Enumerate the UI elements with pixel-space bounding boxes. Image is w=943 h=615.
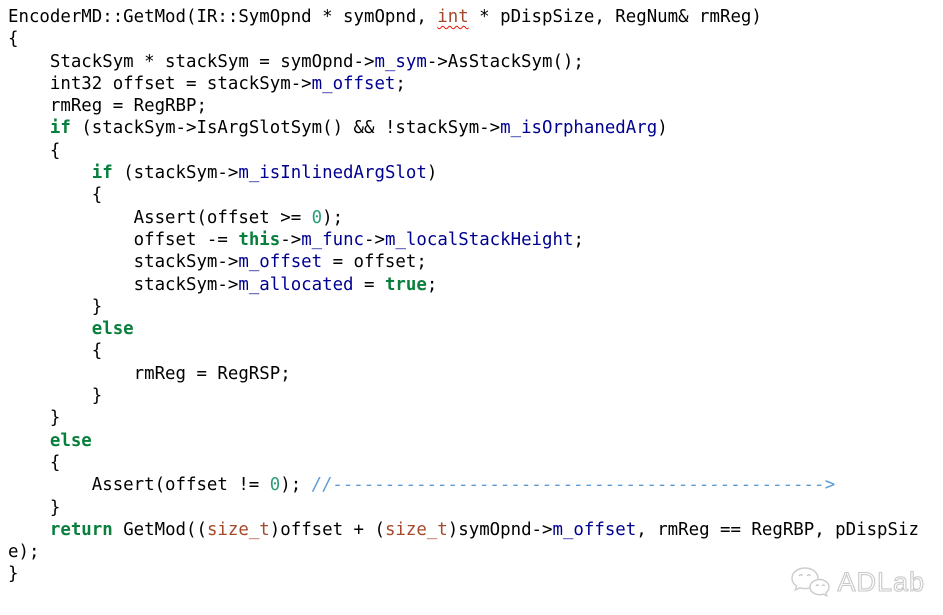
watermark-label: ADLab xyxy=(837,567,925,598)
code-token-default: , rmReg == RegRBP, pDispSiz xyxy=(636,520,919,540)
code-token-comment: //--------------------------------------… xyxy=(312,475,836,495)
code-token-default: )symOpnd-> xyxy=(448,520,553,540)
code-token-keyword: else xyxy=(50,431,92,451)
code-token-default: } xyxy=(8,408,60,428)
code-token-default: { xyxy=(8,453,60,473)
code-token-default: = offset; xyxy=(322,252,427,272)
code-token-default: -> xyxy=(364,230,385,250)
code-token-default: * pDispSize, RegNum& rmReg) xyxy=(469,7,762,27)
code-token-member: m_offset xyxy=(238,252,322,272)
code-token-member: m_offset xyxy=(312,74,396,94)
code-line: if (stackSym->IsArgSlotSym() && !stackSy… xyxy=(8,117,919,139)
code-token-default: } xyxy=(8,386,102,406)
code-line: { xyxy=(8,140,919,162)
code-token-default: rmReg = RegRBP; xyxy=(8,96,207,116)
code-token-default: ; xyxy=(427,275,437,295)
code-token-default: (stackSym-> xyxy=(113,163,239,183)
code-token-default: e); xyxy=(8,542,39,562)
code-token-default: rmReg = RegRSP; xyxy=(8,364,291,384)
code-token-keyword: this xyxy=(238,230,280,250)
code-token-default: } xyxy=(8,297,102,317)
code-token-member: m_localStackHeight xyxy=(385,230,573,250)
code-line: EncoderMD::GetMod(IR::SymOpnd * symOpnd,… xyxy=(8,6,919,28)
code-line: stackSym->m_allocated = true; xyxy=(8,274,919,296)
code-line: { xyxy=(8,452,919,474)
code-line: offset -= this->m_func->m_localStackHeig… xyxy=(8,229,919,251)
code-token-default: { xyxy=(8,29,18,49)
code-token-keyword: if xyxy=(92,163,113,183)
code-token-default: int32 offset = stackSym-> xyxy=(8,74,312,94)
code-token-default: offset -= xyxy=(8,230,238,250)
code-token-default: ) xyxy=(657,118,667,138)
code-token-default xyxy=(8,118,50,138)
code-block: EncoderMD::GetMod(IR::SymOpnd * symOpnd,… xyxy=(8,6,919,586)
code-line: rmReg = RegRSP; xyxy=(8,363,919,385)
code-line: } xyxy=(8,497,919,519)
code-line: { xyxy=(8,340,919,362)
code-token-keyword: return xyxy=(50,520,113,540)
code-token-type: int xyxy=(437,7,468,27)
code-token-number: 0 xyxy=(270,475,280,495)
code-line: stackSym->m_offset = offset; xyxy=(8,251,919,273)
code-token-default: = xyxy=(354,275,385,295)
code-token-member: m_isInlinedArgSlot xyxy=(238,163,426,183)
code-token-default: ); xyxy=(280,475,311,495)
code-token-default: ; xyxy=(395,74,405,94)
code-line: { xyxy=(8,28,919,50)
code-token-default xyxy=(8,520,50,540)
wechat-logo-icon xyxy=(790,565,830,599)
code-token-default: { xyxy=(8,141,60,161)
code-token-type: size_t xyxy=(207,520,270,540)
code-token-member: m_offset xyxy=(552,520,636,540)
code-token-keyword: if xyxy=(50,118,71,138)
code-line: int32 offset = stackSym->m_offset; xyxy=(8,73,919,95)
code-token-member: m_sym xyxy=(374,52,426,72)
code-line: } xyxy=(8,385,919,407)
code-token-default: ) xyxy=(427,163,437,183)
code-token-default: EncoderMD::GetMod(IR::SymOpnd * symOpnd, xyxy=(8,7,437,27)
code-token-default: ); xyxy=(322,208,343,228)
code-line: e); xyxy=(8,541,919,563)
code-line: else xyxy=(8,318,919,340)
code-line: Assert(offset != 0); //-----------------… xyxy=(8,474,919,496)
code-token-default: } xyxy=(8,498,60,518)
code-token-default: } xyxy=(8,564,18,584)
code-token-keyword: true xyxy=(385,275,427,295)
code-token-number: 0 xyxy=(312,208,322,228)
code-line: return GetMod((size_t)offset + (size_t)s… xyxy=(8,519,919,541)
code-line: { xyxy=(8,184,919,206)
code-token-default xyxy=(8,319,92,339)
code-token-default: ; xyxy=(573,230,583,250)
code-token-default: stackSym-> xyxy=(8,252,238,272)
watermark: ADLab xyxy=(790,565,925,599)
code-token-member: m_func xyxy=(301,230,364,250)
code-token-default: stackSym-> xyxy=(8,275,238,295)
code-token-default: { xyxy=(8,341,102,361)
code-line: StackSym * stackSym = symOpnd->m_sym->As… xyxy=(8,51,919,73)
code-line: } xyxy=(8,296,919,318)
code-token-default: -> xyxy=(280,230,301,250)
code-token-default: StackSym * stackSym = symOpnd-> xyxy=(8,52,374,72)
code-token-default: { xyxy=(8,185,102,205)
code-line: } xyxy=(8,563,919,585)
code-line: } xyxy=(8,407,919,429)
code-token-default xyxy=(8,163,92,183)
code-token-default: GetMod(( xyxy=(113,520,207,540)
code-line: rmReg = RegRBP; xyxy=(8,95,919,117)
code-token-keyword: else xyxy=(92,319,134,339)
code-token-member: m_allocated xyxy=(238,275,353,295)
code-token-default xyxy=(8,431,50,451)
code-token-default: )offset + ( xyxy=(270,520,385,540)
code-token-default: Assert(offset != xyxy=(8,475,270,495)
code-line: if (stackSym->m_isInlinedArgSlot) xyxy=(8,162,919,184)
code-line: Assert(offset >= 0); xyxy=(8,207,919,229)
code-line: else xyxy=(8,430,919,452)
code-token-member: m_isOrphanedArg xyxy=(500,118,657,138)
code-token-default: (stackSym->IsArgSlotSym() && !stackSym-> xyxy=(71,118,500,138)
code-token-type: size_t xyxy=(385,520,448,540)
code-token-default: ->AsStackSym(); xyxy=(427,52,584,72)
code-token-default: Assert(offset >= xyxy=(8,208,312,228)
